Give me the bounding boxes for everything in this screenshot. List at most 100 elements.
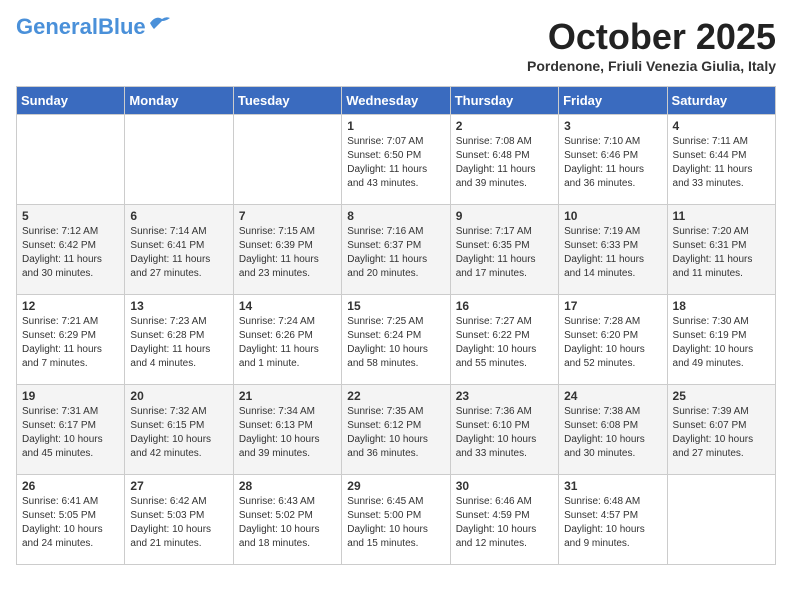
calendar-cell	[667, 475, 775, 565]
cell-info: Sunrise: 6:41 AM Sunset: 5:05 PM Dayligh…	[22, 495, 119, 551]
day-number: 19	[22, 389, 119, 403]
calendar-week-row: 19 Sunrise: 7:31 AM Sunset: 6:17 PM Dayli…	[17, 385, 776, 475]
cell-info: Sunrise: 7:36 AM Sunset: 6:10 PM Dayligh…	[456, 405, 553, 461]
day-number: 28	[239, 479, 336, 493]
day-number: 31	[564, 479, 661, 493]
day-number: 10	[564, 209, 661, 223]
calendar-cell: 29 Sunrise: 6:45 AM Sunset: 5:00 PM Dayli…	[342, 475, 450, 565]
month-title: October 2025	[527, 16, 776, 58]
cell-info: Sunrise: 7:17 AM Sunset: 6:35 PM Dayligh…	[456, 225, 553, 281]
cell-info: Sunrise: 6:45 AM Sunset: 5:00 PM Dayligh…	[347, 495, 444, 551]
calendar-cell: 2 Sunrise: 7:08 AM Sunset: 6:48 PM Daylig…	[450, 115, 558, 205]
calendar-cell: 17Sunrise: 7:28 AM Sunset: 6:20 PM Dayli…	[559, 295, 667, 385]
calendar-cell: 23 Sunrise: 7:36 AM Sunset: 6:10 PM Dayli…	[450, 385, 558, 475]
calendar-week-row: 12 Sunrise: 7:21 AM Sunset: 6:29 PM Dayli…	[17, 295, 776, 385]
location-text: Pordenone, Friuli Venezia Giulia, Italy	[527, 58, 776, 74]
calendar-cell: 9 Sunrise: 7:17 AM Sunset: 6:35 PM Daylig…	[450, 205, 558, 295]
calendar-cell	[233, 115, 341, 205]
calendar-cell: 1 Sunrise: 7:07 AM Sunset: 6:50 PM Daylig…	[342, 115, 450, 205]
calendar-cell: 21 Sunrise: 7:34 AM Sunset: 6:13 PM Dayli…	[233, 385, 341, 475]
day-number: 7	[239, 209, 336, 223]
calendar-cell: 11Sunrise: 7:20 AM Sunset: 6:31 PM Dayli…	[667, 205, 775, 295]
calendar-cell: 22Sunrise: 7:35 AM Sunset: 6:12 PM Dayli…	[342, 385, 450, 475]
cell-info: Sunrise: 7:27 AM Sunset: 6:22 PM Dayligh…	[456, 315, 553, 371]
day-number: 23	[456, 389, 553, 403]
calendar-cell: 13 Sunrise: 7:23 AM Sunset: 6:28 PM Dayli…	[125, 295, 233, 385]
calendar-header-row: SundayMondayTuesdayWednesdayThursdayFrid…	[17, 87, 776, 115]
day-number: 26	[22, 479, 119, 493]
day-number: 13	[130, 299, 227, 313]
day-number: 5	[22, 209, 119, 223]
calendar-cell: 5 Sunrise: 7:12 AM Sunset: 6:42 PM Daylig…	[17, 205, 125, 295]
day-number: 9	[456, 209, 553, 223]
calendar-week-row: 1 Sunrise: 7:07 AM Sunset: 6:50 PM Daylig…	[17, 115, 776, 205]
calendar-cell: 20Sunrise: 7:32 AM Sunset: 6:15 PM Dayli…	[125, 385, 233, 475]
calendar-cell: 6 Sunrise: 7:14 AM Sunset: 6:41 PM Daylig…	[125, 205, 233, 295]
cell-info: Sunrise: 6:48 AM Sunset: 4:57 PM Dayligh…	[564, 495, 661, 551]
logo: GeneralBlue	[16, 16, 170, 38]
day-of-week-header: Friday	[559, 87, 667, 115]
day-number: 30	[456, 479, 553, 493]
day-number: 8	[347, 209, 444, 223]
calendar-cell: 26 Sunrise: 6:41 AM Sunset: 5:05 PM Dayli…	[17, 475, 125, 565]
day-of-week-header: Sunday	[17, 87, 125, 115]
day-number: 18	[673, 299, 770, 313]
day-number: 1	[347, 119, 444, 133]
day-of-week-header: Thursday	[450, 87, 558, 115]
calendar-cell: 24Sunrise: 7:38 AM Sunset: 6:08 PM Dayli…	[559, 385, 667, 475]
cell-info: Sunrise: 7:30 AM Sunset: 6:19 PM Dayligh…	[673, 315, 770, 371]
calendar-cell: 30Sunrise: 6:46 AM Sunset: 4:59 PM Dayli…	[450, 475, 558, 565]
day-number: 2	[456, 119, 553, 133]
day-number: 21	[239, 389, 336, 403]
cell-info: Sunrise: 7:23 AM Sunset: 6:28 PM Dayligh…	[130, 315, 227, 371]
day-number: 11	[673, 209, 770, 223]
calendar-cell: 12 Sunrise: 7:21 AM Sunset: 6:29 PM Dayli…	[17, 295, 125, 385]
calendar-cell: 7 Sunrise: 7:15 AM Sunset: 6:39 PM Daylig…	[233, 205, 341, 295]
cell-info: Sunrise: 6:42 AM Sunset: 5:03 PM Dayligh…	[130, 495, 227, 551]
page-header: GeneralBlue October 2025 Pordenone, Friu…	[16, 16, 776, 74]
day-number: 17	[564, 299, 661, 313]
day-number: 3	[564, 119, 661, 133]
calendar-cell: 31 Sunrise: 6:48 AM Sunset: 4:57 PM Dayli…	[559, 475, 667, 565]
cell-info: Sunrise: 7:34 AM Sunset: 6:13 PM Dayligh…	[239, 405, 336, 461]
calendar-cell	[125, 115, 233, 205]
calendar-cell: 14 Sunrise: 7:24 AM Sunset: 6:26 PM Dayli…	[233, 295, 341, 385]
calendar-cell	[17, 115, 125, 205]
day-number: 22	[347, 389, 444, 403]
calendar-cell: 19 Sunrise: 7:31 AM Sunset: 6:17 PM Dayli…	[17, 385, 125, 475]
day-of-week-header: Wednesday	[342, 87, 450, 115]
day-number: 20	[130, 389, 227, 403]
cell-info: Sunrise: 7:21 AM Sunset: 6:29 PM Dayligh…	[22, 315, 119, 371]
day-number: 25	[673, 389, 770, 403]
calendar-cell: 10Sunrise: 7:19 AM Sunset: 6:33 PM Dayli…	[559, 205, 667, 295]
cell-info: Sunrise: 7:24 AM Sunset: 6:26 PM Dayligh…	[239, 315, 336, 371]
day-number: 27	[130, 479, 227, 493]
calendar-cell: 8Sunrise: 7:16 AM Sunset: 6:37 PM Daylig…	[342, 205, 450, 295]
day-number: 24	[564, 389, 661, 403]
cell-info: Sunrise: 7:31 AM Sunset: 6:17 PM Dayligh…	[22, 405, 119, 461]
calendar-cell: 25Sunrise: 7:39 AM Sunset: 6:07 PM Dayli…	[667, 385, 775, 475]
calendar-cell: 27 Sunrise: 6:42 AM Sunset: 5:03 PM Dayli…	[125, 475, 233, 565]
logo-text: GeneralBlue	[16, 16, 146, 38]
day-number: 14	[239, 299, 336, 313]
day-number: 15	[347, 299, 444, 313]
day-number: 12	[22, 299, 119, 313]
calendar-week-row: 5 Sunrise: 7:12 AM Sunset: 6:42 PM Daylig…	[17, 205, 776, 295]
calendar-week-row: 26 Sunrise: 6:41 AM Sunset: 5:05 PM Dayli…	[17, 475, 776, 565]
day-of-week-header: Saturday	[667, 87, 775, 115]
cell-info: Sunrise: 7:08 AM Sunset: 6:48 PM Dayligh…	[456, 135, 553, 191]
calendar-cell: 16Sunrise: 7:27 AM Sunset: 6:22 PM Dayli…	[450, 295, 558, 385]
cell-info: Sunrise: 7:15 AM Sunset: 6:39 PM Dayligh…	[239, 225, 336, 281]
day-of-week-header: Monday	[125, 87, 233, 115]
title-block: October 2025 Pordenone, Friuli Venezia G…	[527, 16, 776, 74]
cell-info: Sunrise: 7:07 AM Sunset: 6:50 PM Dayligh…	[347, 135, 444, 191]
calendar-cell: 18 Sunrise: 7:30 AM Sunset: 6:19 PM Dayli…	[667, 295, 775, 385]
cell-info: Sunrise: 7:14 AM Sunset: 6:41 PM Dayligh…	[130, 225, 227, 281]
cell-info: Sunrise: 7:12 AM Sunset: 6:42 PM Dayligh…	[22, 225, 119, 281]
logo-bird-icon	[148, 15, 170, 31]
calendar-table: SundayMondayTuesdayWednesdayThursdayFrid…	[16, 86, 776, 565]
day-number: 29	[347, 479, 444, 493]
day-number: 6	[130, 209, 227, 223]
cell-info: Sunrise: 6:43 AM Sunset: 5:02 PM Dayligh…	[239, 495, 336, 551]
cell-info: Sunrise: 7:11 AM Sunset: 6:44 PM Dayligh…	[673, 135, 770, 191]
